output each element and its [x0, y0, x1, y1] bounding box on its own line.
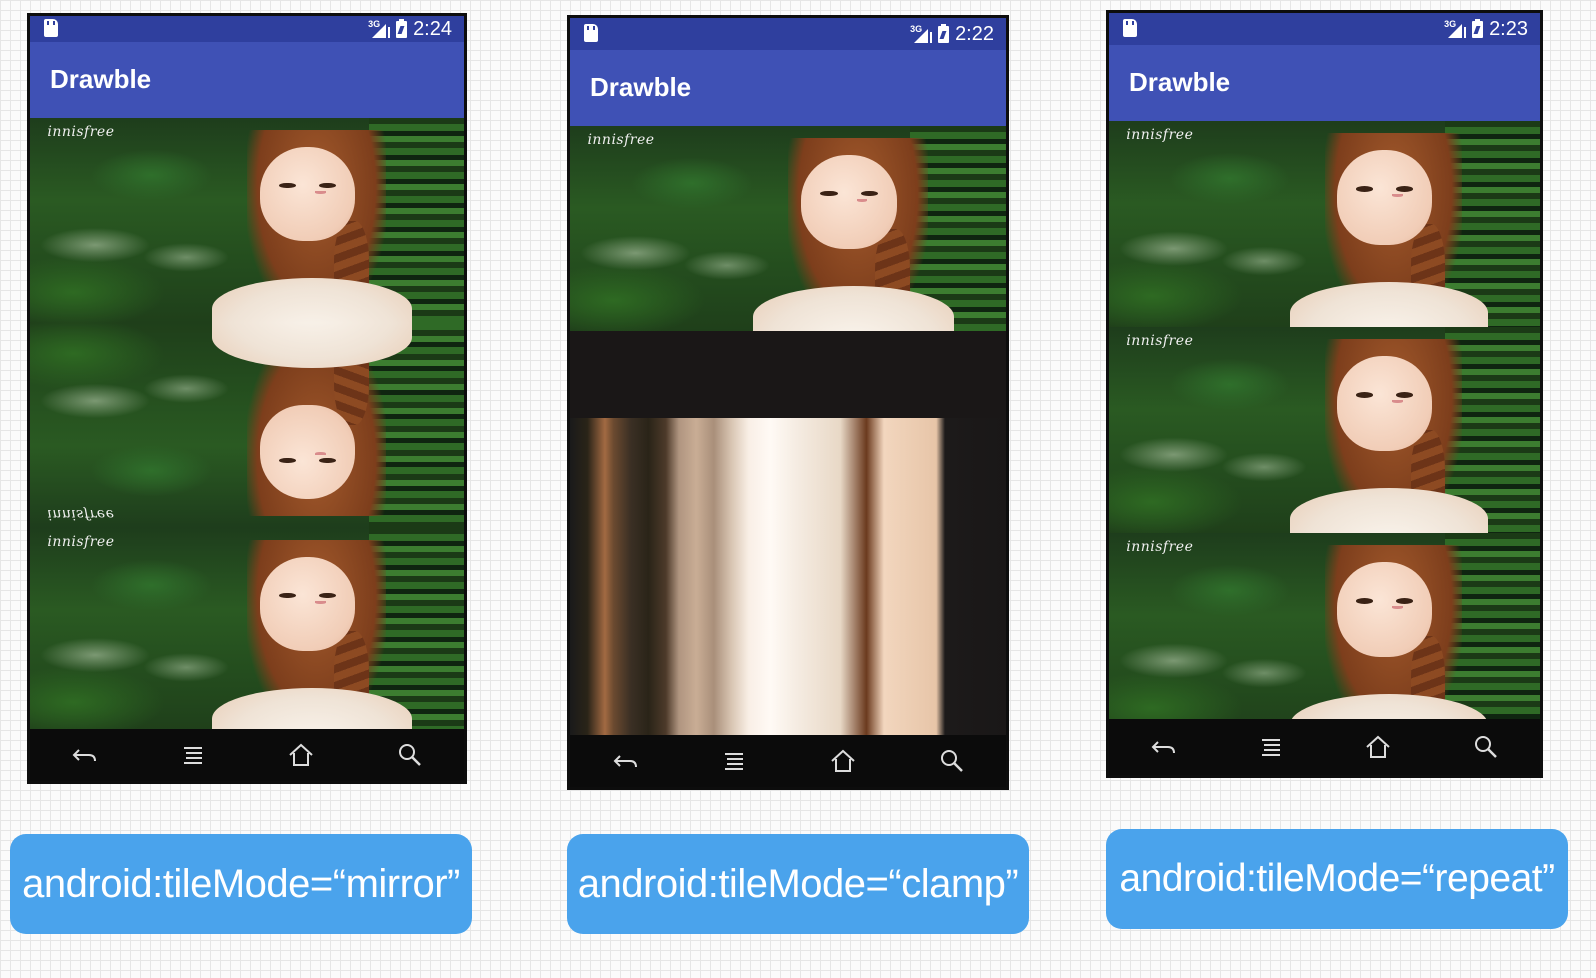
- search-icon[interactable]: [395, 740, 425, 770]
- signal-icon: 3G: [1444, 19, 1467, 40]
- phone-clamp: 3G 2:22 Drawble innisfree: [567, 15, 1009, 790]
- status-bar: 3G 2:23: [1109, 13, 1540, 45]
- brand-watermark: innisfree: [1126, 333, 1194, 350]
- menu-icon[interactable]: [178, 740, 208, 770]
- tilemode-label-mirror: android:tileMode=“mirror”: [10, 834, 472, 934]
- photo-tile-mirrored: innisfree: [30, 323, 464, 528]
- clamped-edge-pixels: [570, 418, 1006, 735]
- status-bar: 3G 2:22: [570, 18, 1006, 50]
- photo-tile: innisfree: [570, 126, 1006, 331]
- navigation-bar: [30, 729, 464, 781]
- app-toolbar: Drawble: [570, 50, 1006, 126]
- battery-icon: [1472, 19, 1484, 38]
- sd-card-icon: [1123, 19, 1137, 37]
- tilemode-label-text: android:tileMode=“repeat”: [1119, 857, 1555, 900]
- signal-icon: 3G: [368, 19, 391, 40]
- back-icon[interactable]: [610, 746, 640, 776]
- photo-tile: innisfree: [1109, 327, 1540, 533]
- menu-icon[interactable]: [719, 746, 749, 776]
- sd-card-icon: [44, 19, 58, 37]
- app-toolbar: Drawble: [30, 42, 464, 118]
- app-toolbar: Drawble: [1109, 45, 1540, 121]
- tilemode-label-clamp: android:tileMode=“clamp”: [567, 834, 1029, 934]
- app-title: Drawble: [590, 72, 692, 102]
- status-time: 2:23: [1489, 18, 1528, 40]
- back-icon[interactable]: [69, 740, 99, 770]
- tilemode-label-repeat: android:tileMode=“repeat”: [1106, 829, 1568, 929]
- status-icons: 3G 2:23: [1444, 18, 1528, 41]
- phone-mirror: 3G 2:24 Drawble innisfree innisfree inni…: [27, 13, 467, 784]
- brand-watermark: innisfree: [47, 124, 115, 141]
- brand-watermark: innisfree: [47, 505, 115, 522]
- tilemode-label-text: android:tileMode=“clamp”: [577, 861, 1019, 906]
- back-icon[interactable]: [1148, 732, 1178, 762]
- search-icon[interactable]: [937, 746, 967, 776]
- menu-icon[interactable]: [1256, 732, 1286, 762]
- app-title: Drawble: [1129, 67, 1231, 97]
- brand-watermark: innisfree: [1126, 539, 1194, 556]
- phone-repeat: 3G 2:23 Drawble innisfree innisfree inni…: [1106, 10, 1543, 778]
- sd-card-icon: [584, 24, 598, 42]
- drawable-content-repeat: innisfree innisfree innisfree: [1109, 121, 1540, 719]
- status-time: 2:22: [955, 23, 994, 45]
- photo-tile: innisfree: [1109, 533, 1540, 719]
- search-icon[interactable]: [1471, 732, 1501, 762]
- navigation-bar: [570, 735, 1006, 787]
- drawable-content-mirror: innisfree innisfree innisfree: [30, 118, 464, 729]
- home-icon[interactable]: [286, 740, 316, 770]
- brand-watermark: innisfree: [1126, 127, 1194, 144]
- status-icons: 3G 2:24: [368, 18, 452, 41]
- brand-watermark: innisfree: [47, 534, 115, 551]
- photo-tile: innisfree: [30, 118, 464, 323]
- status-bar: 3G 2:24: [30, 16, 464, 42]
- battery-icon: [938, 24, 950, 43]
- home-icon[interactable]: [828, 746, 858, 776]
- battery-icon: [396, 19, 408, 38]
- home-icon[interactable]: [1363, 732, 1393, 762]
- navigation-bar: [1109, 719, 1540, 775]
- status-icons: 3G 2:22: [910, 23, 994, 46]
- photo-tile: innisfree: [30, 528, 464, 729]
- status-time: 2:24: [413, 18, 452, 40]
- brand-watermark: innisfree: [587, 132, 655, 149]
- photo-tile: innisfree: [1109, 121, 1540, 327]
- app-title: Drawble: [50, 64, 152, 94]
- drawable-content-clamp: innisfree: [570, 126, 1006, 735]
- signal-icon: 3G: [910, 24, 933, 45]
- tilemode-label-text: android:tileMode=“mirror”: [22, 861, 460, 906]
